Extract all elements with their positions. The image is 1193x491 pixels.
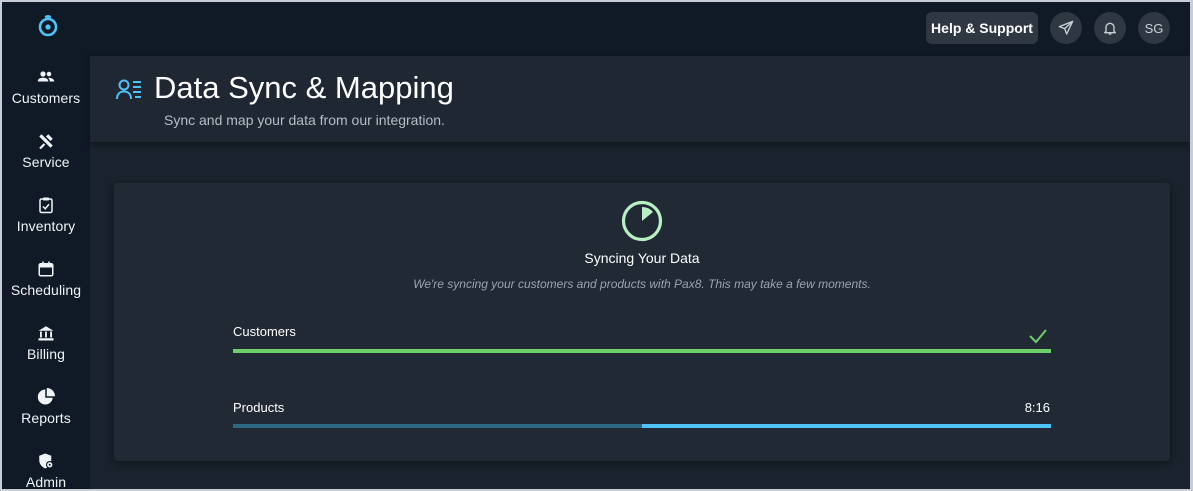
customers-progress-fill xyxy=(233,349,1051,353)
customers-sync-label: Customers xyxy=(233,324,296,339)
products-progress-fill xyxy=(642,424,1051,428)
sidebar-item-label: Scheduling xyxy=(10,282,82,298)
app-logo-icon[interactable] xyxy=(36,14,60,38)
sidebar-item-service[interactable]: Service xyxy=(2,132,90,192)
products-sync-time: 8:16 xyxy=(1024,400,1050,415)
sidebar-item-label: Admin xyxy=(25,474,67,490)
sidebar-item-scheduling[interactable]: Scheduling xyxy=(2,260,90,320)
tools-icon xyxy=(39,134,53,150)
send-button[interactable] xyxy=(1050,12,1082,44)
calendar-icon xyxy=(38,261,54,277)
paper-plane-icon xyxy=(1058,20,1074,35)
pie-chart-icon xyxy=(37,388,55,405)
products-progress-bar xyxy=(233,424,1051,428)
sync-progress-icon xyxy=(621,200,663,242)
page-title: Data Sync & Mapping xyxy=(154,70,454,105)
notifications-button[interactable] xyxy=(1094,12,1126,44)
sidebar-item-billing[interactable]: Billing xyxy=(2,324,90,384)
sidebar-item-inventory[interactable]: Inventory xyxy=(2,196,90,256)
bell-icon xyxy=(1104,22,1116,35)
sidebar-item-label: Inventory xyxy=(16,218,76,234)
sidebar-item-label: Customers xyxy=(11,90,81,106)
clipboard-check-icon xyxy=(39,197,53,214)
sync-title: Syncing Your Data xyxy=(584,250,700,266)
bank-icon xyxy=(38,326,54,341)
sidebar: Customers Service Inventory Scheduling B… xyxy=(2,2,90,491)
sidebar-item-label: Service xyxy=(22,154,70,170)
sidebar-item-customers[interactable]: Customers xyxy=(2,68,90,128)
sidebar-item-reports[interactable]: Reports xyxy=(2,388,90,448)
customers-icon xyxy=(37,71,55,82)
shield-gear-icon xyxy=(39,453,54,469)
user-avatar[interactable]: SG xyxy=(1138,12,1170,44)
check-icon xyxy=(1029,329,1047,344)
page-header: Data Sync & Mapping Sync and map your da… xyxy=(90,56,1190,142)
sidebar-item-label: Reports xyxy=(21,410,71,426)
products-sync-label: Products xyxy=(233,400,285,415)
customers-progress-bar xyxy=(233,349,1051,353)
help-support-button[interactable]: Help & Support xyxy=(926,12,1038,44)
sync-card: Syncing Your Data We're syncing your cus… xyxy=(114,183,1170,461)
topbar: Help & Support SG xyxy=(90,2,1190,56)
sidebar-item-label: Billing xyxy=(26,346,66,362)
sidebar-item-admin[interactable]: Admin xyxy=(2,452,90,491)
sync-description: We're syncing your customers and product… xyxy=(413,277,871,291)
page-subtitle: Sync and map your data from our integrat… xyxy=(164,112,445,128)
user-list-icon xyxy=(116,79,141,100)
